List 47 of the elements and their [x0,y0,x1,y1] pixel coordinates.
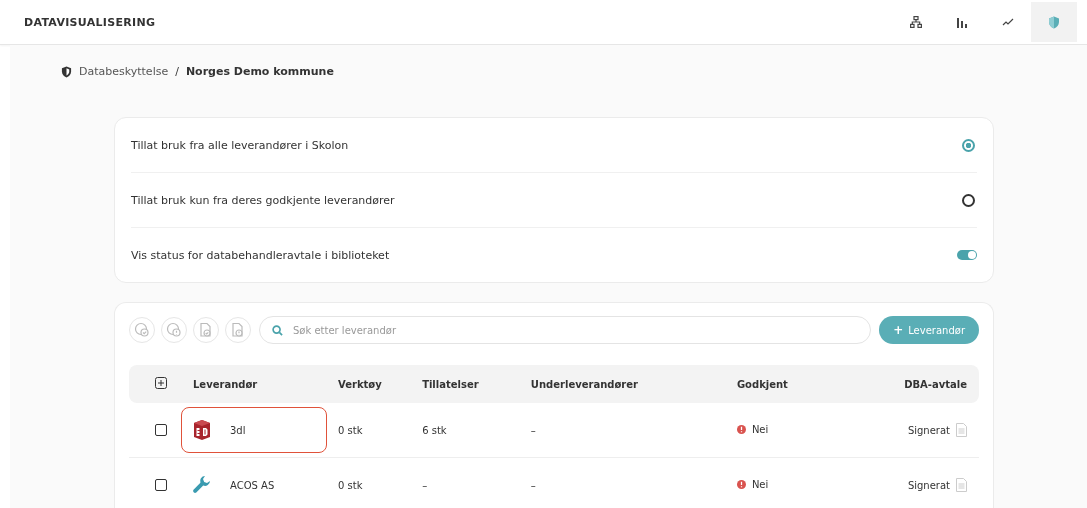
alert-icon [736,425,746,434]
vendor-name: 3dl [230,424,246,436]
table-cell: Nei [751,424,769,435]
radio-button[interactable] [962,193,975,207]
shield-nav-button[interactable] [1031,2,1077,42]
bar-chart-icon [956,16,968,28]
cube-logo-icon [192,419,212,441]
table-cell: 6 stk [422,424,447,436]
shield-icon [61,65,72,78]
breadcrumb-separator: / [175,65,179,78]
vendor-name: ACOS AS [230,479,275,491]
wrench-icon [192,475,212,495]
table-cell: 0 stk [338,424,363,436]
row-checkbox[interactable] [155,479,167,491]
search-icon [272,325,283,336]
table-cell: Nei [751,479,769,490]
column-header: Leverandør [193,378,258,390]
document-icon[interactable] [956,478,967,492]
setting-label: Vis status for databehandleravtale i biblioteket [131,248,390,262]
document-icon[interactable] [956,423,967,437]
hierarchy-icon [910,16,922,28]
column-header: Godkjent [736,378,788,390]
table-cell: – [422,479,428,491]
vendor-cell[interactable]: ACOS AS [181,462,327,508]
row-checkbox[interactable] [155,424,167,436]
breadcrumb-link[interactable]: Databeskyttelse [79,65,169,78]
radio-button[interactable] [962,138,975,152]
app-title: DATAVISUALISERING [24,15,156,29]
search-field[interactable]: Søk etter leverandør [259,316,872,344]
column-header: Verktøy [338,378,382,390]
column-header: Tillatelser [422,378,479,390]
vendor-cell[interactable]: 3dl [181,407,327,453]
table-cell: – [530,479,536,491]
shield-icon [1048,15,1060,29]
expand-all-icon[interactable] [155,377,167,389]
column-header: DBA-avtale [904,378,967,390]
column-header: Underleverandører [530,378,638,390]
breadcrumb-current: Norges Demo kommune [185,65,334,78]
table-cell: Signerat [907,479,950,491]
table-cell: Signerat [907,424,950,436]
table-cell: – [530,424,536,436]
setting-label: Tillat bruk fra alle leverandører i Skolon [131,138,349,152]
line-chart-icon [1002,16,1014,28]
toggle-switch[interactable] [957,250,977,260]
alert-icon [736,480,746,489]
table-cell: 0 stk [338,479,363,491]
setting-label: Tillat bruk kun fra deres godkjente leverandører [131,193,395,207]
